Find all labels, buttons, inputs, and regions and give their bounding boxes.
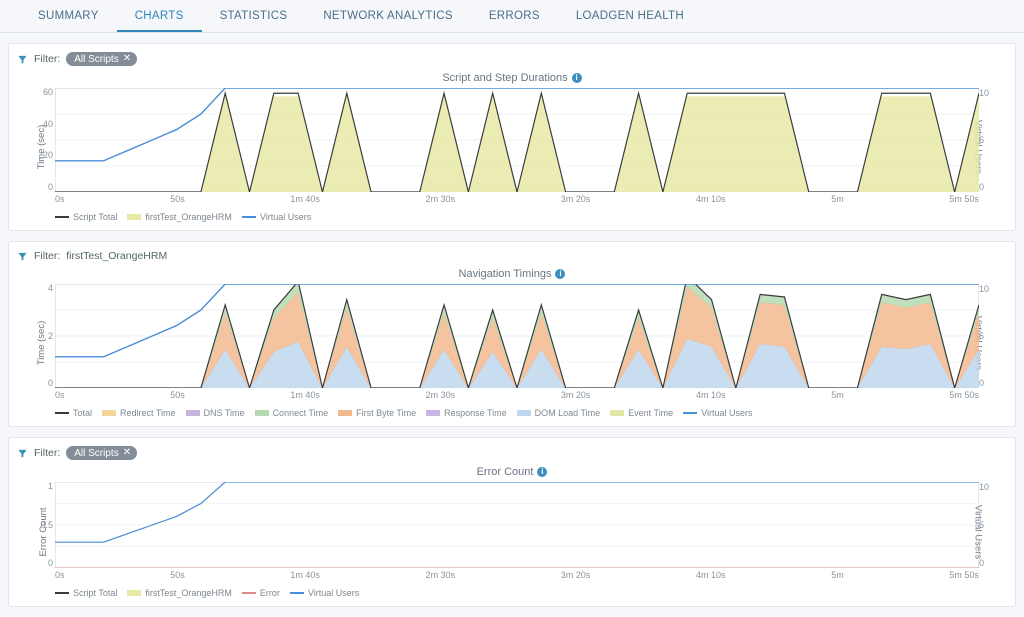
y-ticks: 6040200 [37,88,53,192]
info-icon[interactable]: i [572,73,582,83]
y2-ticks: 1050 [979,482,993,568]
tab-errors[interactable]: ERRORS [471,0,558,32]
filter-icon[interactable] [17,448,28,459]
y2-ticks: 1050 [979,284,993,388]
legend-item[interactable]: Script Total [55,212,117,222]
chart-title: Script and Step Durations [442,72,567,84]
tab-summary[interactable]: SUMMARY [20,0,117,32]
filter-chip-label: All Scripts [74,448,118,459]
legend-durations: Script Total firstTest_OrangeHRM Virtual U… [17,206,1007,222]
chart-error-count[interactable]: Error Count Virtual Users 10.50 1050 0s5… [17,482,1007,582]
tab-charts[interactable]: CHARTS [117,0,202,32]
legend-item[interactable]: Response Time [426,408,507,418]
filter-label: Filter: [34,447,60,459]
legend-item[interactable]: DNS Time [186,408,245,418]
filter-label: Filter: [34,53,60,65]
legend-item[interactable]: Redirect Time [102,408,176,418]
legend-item[interactable]: Connect Time [255,408,329,418]
legend-item[interactable]: Total [55,408,92,418]
y-ticks: 420 [37,284,53,388]
chart-nav-timings[interactable]: Time (sec) Virtual Users 420 1050 0s50s1… [17,284,1007,402]
legend-item[interactable]: firstTest_OrangeHRM [127,212,232,222]
close-icon[interactable]: ✕ [123,54,131,64]
plot-area [55,482,979,568]
y-ticks: 10.50 [37,482,53,568]
legend-error-count: Script Total firstTest_OrangeHRM Error Virt… [17,582,1007,598]
tab-loadgen-health[interactable]: LOADGEN HEALTH [558,0,702,32]
x-axis: 0s50s1m 40s2m 30s3m 20s4m 10s5m5m 50s [55,570,979,582]
filter-chip-all-scripts[interactable]: All Scripts ✕ [66,446,137,460]
legend-item[interactable]: Virtual Users [683,408,752,418]
legend-item[interactable]: DOM Load Time [517,408,601,418]
legend-item[interactable]: Event Time [610,408,673,418]
filter-chip-all-scripts[interactable]: All Scripts ✕ [66,52,137,66]
panel-error-count: Filter: All Scripts ✕ Error Count i Erro… [8,437,1016,607]
chart-durations[interactable]: Time (sec) Virtual Users 6040200 1050 0s… [17,88,1007,206]
legend-item[interactable]: First Byte Time [338,408,416,418]
chart-title: Error Count [477,466,534,478]
legend-item[interactable]: Script Total [55,588,117,598]
legend-nav-timings: Total Redirect Time DNS Time Connect Time Fi… [17,402,1007,418]
filter-label: Filter: [34,250,60,262]
chart-title: Navigation Timings [459,268,552,280]
filter-icon[interactable] [17,54,28,65]
x-axis: 0s50s1m 40s2m 30s3m 20s4m 10s5m5m 50s [55,194,979,206]
plot-area [55,88,979,192]
panel-nav-timings: Filter: firstTest_OrangeHRM Navigation T… [8,241,1016,427]
tab-statistics[interactable]: STATISTICS [202,0,306,32]
legend-item[interactable]: Virtual Users [242,212,311,222]
filter-script-name: firstTest_OrangeHRM [66,250,167,262]
close-icon[interactable]: ✕ [123,448,131,458]
info-icon[interactable]: i [555,269,565,279]
filter-icon[interactable] [17,251,28,262]
legend-item[interactable]: firstTest_OrangeHRM [127,588,232,598]
y2-ticks: 1050 [979,88,993,192]
plot-area [55,284,979,388]
legend-item[interactable]: Error [242,588,280,598]
panel-durations: Filter: All Scripts ✕ Script and Step Du… [8,43,1016,231]
filter-chip-label: All Scripts [74,54,118,65]
x-axis: 0s50s1m 40s2m 30s3m 20s4m 10s5m5m 50s [55,390,979,402]
tabs: SUMMARY CHARTS STATISTICS NETWORK ANALYT… [0,0,1024,33]
info-icon[interactable]: i [537,467,547,477]
tab-network-analytics[interactable]: NETWORK ANALYTICS [305,0,471,32]
legend-item[interactable]: Virtual Users [290,588,359,598]
